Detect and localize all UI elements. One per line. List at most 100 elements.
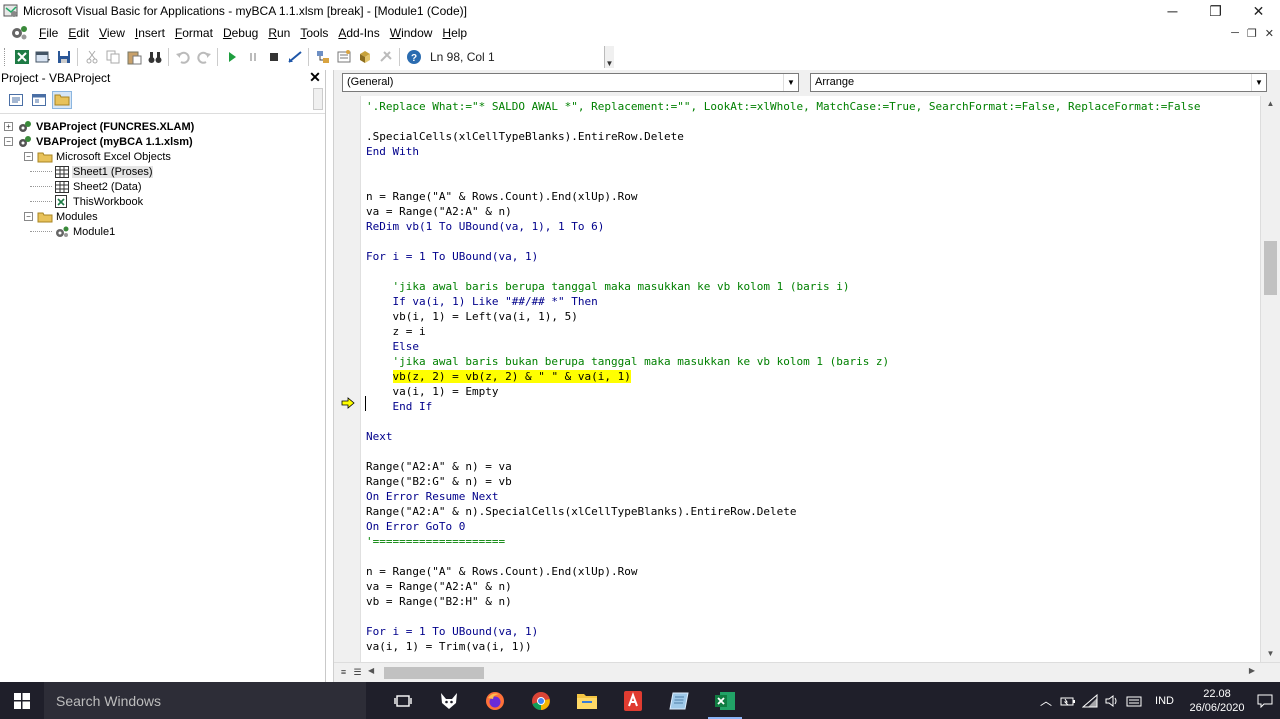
menu-item[interactable]: Help [437, 26, 472, 40]
clock[interactable]: 22.08 26/06/2020 [1184, 687, 1250, 715]
taskbar-app-fox[interactable] [426, 682, 472, 719]
minimize-button[interactable]: ─ [1151, 0, 1194, 22]
notification-center-button[interactable] [1250, 694, 1280, 708]
undo-button[interactable] [172, 47, 193, 67]
full-module-view-button[interactable]: ☰ [351, 666, 364, 679]
view-code-button[interactable] [6, 91, 26, 109]
menu-item[interactable]: Debug [218, 26, 263, 40]
start-button[interactable] [0, 682, 44, 719]
object-dropdown[interactable]: (General) ▼ [342, 73, 799, 92]
procedure-view-button[interactable]: ≡ [337, 666, 350, 679]
horizontal-scrollbar[interactable]: ≡ ☰ ◀ ▶ [334, 662, 1280, 682]
tree-node[interactable]: + VBAProject (FUNCRES.XLAM) [0, 119, 325, 134]
restore-button[interactable]: ❐ [1194, 0, 1237, 22]
tree-node[interactable]: Module1 [0, 224, 325, 239]
save-button[interactable] [53, 47, 74, 67]
menu-item[interactable]: Tools [295, 26, 333, 40]
tree-node[interactable]: − Modules [0, 209, 325, 224]
menu-item[interactable]: Add-Ins [333, 26, 384, 40]
pane-scroll-button[interactable] [313, 88, 323, 110]
menu-accelerator: H [442, 26, 452, 40]
mdi-restore-button[interactable]: ❐ [1247, 27, 1257, 40]
taskbar-app-firefox[interactable] [472, 682, 518, 719]
help-button[interactable]: ? [403, 47, 424, 67]
language-indicator[interactable]: IND [1145, 695, 1184, 707]
mdi-close-button[interactable]: ✕ [1265, 27, 1274, 40]
cut-button[interactable] [81, 47, 102, 67]
procedure-dropdown[interactable]: Arrange ▼ [810, 73, 1267, 92]
toolbar-options-button[interactable]: ▼ [604, 46, 614, 68]
chevron-up-icon[interactable]: ︿ [1035, 682, 1057, 719]
menu-item[interactable]: Insert [130, 26, 170, 40]
tree-expander-icon[interactable]: − [4, 137, 13, 146]
tree-node[interactable]: Sheet1 (Proses) [0, 164, 325, 179]
menu-label: elp [451, 26, 468, 40]
close-button[interactable]: ✕ [1237, 0, 1280, 22]
taskbar-app-file-explorer[interactable] [564, 682, 610, 719]
menu-label: ools [306, 26, 329, 40]
find-button[interactable] [144, 47, 165, 67]
tree-expander-icon[interactable]: − [24, 152, 33, 161]
view-object-button[interactable] [29, 91, 49, 109]
taskbar-search-box[interactable]: Search Windows [44, 682, 366, 719]
break-button[interactable] [242, 47, 263, 67]
toolbox-button[interactable] [375, 47, 396, 67]
taskbar-app-excel[interactable] [702, 682, 748, 719]
tree-node-label: ThisWorkbook [73, 195, 144, 208]
scroll-left-icon[interactable]: ◀ [368, 666, 374, 675]
vba-module-icon[interactable] [10, 24, 30, 42]
design-mode-button[interactable] [284, 47, 305, 67]
design-mode-icon [287, 51, 302, 63]
battery-icon[interactable] [1057, 682, 1079, 719]
keyboard-icon[interactable] [1123, 682, 1145, 719]
vertical-scrollbar[interactable]: ▲ ▼ [1260, 96, 1280, 662]
horizontal-scroll-thumb[interactable] [384, 667, 484, 679]
volume-icon[interactable] [1101, 682, 1123, 719]
tree-expander-icon[interactable]: + [4, 122, 13, 131]
code-line: Range("A2:A" & n) = va [366, 460, 512, 473]
menu-item[interactable]: Format [170, 26, 218, 40]
insert-userform-button[interactable] [32, 47, 53, 67]
redo-button[interactable] [193, 47, 214, 67]
wifi-icon[interactable] [1079, 682, 1101, 719]
scroll-up-icon[interactable]: ▲ [1261, 96, 1280, 112]
folder-icon [37, 150, 53, 164]
menu-item[interactable]: File [34, 26, 63, 40]
scroll-right-icon[interactable]: ▶ [1249, 666, 1255, 675]
tree-node[interactable]: ThisWorkbook [0, 194, 325, 209]
tree-node-label: VBAProject (myBCA 1.1.xlsm) [36, 135, 193, 148]
toggle-folders-button[interactable] [52, 90, 72, 109]
taskbar-app-chrome[interactable] [518, 682, 564, 719]
menu-item[interactable]: Window [385, 26, 438, 40]
tree-node[interactable]: − Microsoft Excel Objects [0, 149, 325, 164]
code-editor[interactable]: '.Replace What:="* SALDO AWAL *", Replac… [362, 96, 1261, 662]
firefox-icon [486, 691, 504, 710]
view-excel-button[interactable] [11, 47, 32, 67]
tree-node[interactable]: Sheet2 (Data) [0, 179, 325, 194]
tree-expander-icon[interactable]: − [24, 212, 33, 221]
reset-button[interactable] [263, 47, 284, 67]
menu-item[interactable]: Edit [63, 26, 94, 40]
menu-label: ebug [231, 26, 259, 40]
mdi-minimize-button[interactable]: ─ [1231, 27, 1239, 39]
menu-item[interactable]: Run [263, 26, 295, 40]
project-explorer-button[interactable] [312, 47, 333, 67]
taskbar-app-pdf[interactable] [610, 682, 656, 719]
copy-button[interactable] [102, 47, 123, 67]
paste-button[interactable] [123, 47, 144, 67]
object-browser-button[interactable] [354, 47, 375, 67]
taskbar: Search Windows ︿ IND 22.08 26/06/2020 [0, 682, 1280, 719]
project-explorer-close-button[interactable]: ✕ [307, 70, 323, 86]
margin-indicator-bar[interactable] [334, 96, 361, 662]
task-view-button[interactable] [380, 682, 426, 719]
vertical-scroll-thumb[interactable] [1264, 241, 1277, 295]
toolbar-grip[interactable] [4, 48, 7, 66]
scroll-down-icon[interactable]: ▼ [1261, 646, 1280, 662]
taskbar-app-notes[interactable] [656, 682, 702, 719]
properties-window-button[interactable] [333, 47, 354, 67]
worksheet-icon [54, 180, 70, 194]
excel-icon [715, 691, 735, 710]
menu-item[interactable]: View [94, 26, 130, 40]
run-button[interactable] [221, 47, 242, 67]
tree-node[interactable]: − VBAProject (myBCA 1.1.xlsm) [0, 134, 325, 149]
